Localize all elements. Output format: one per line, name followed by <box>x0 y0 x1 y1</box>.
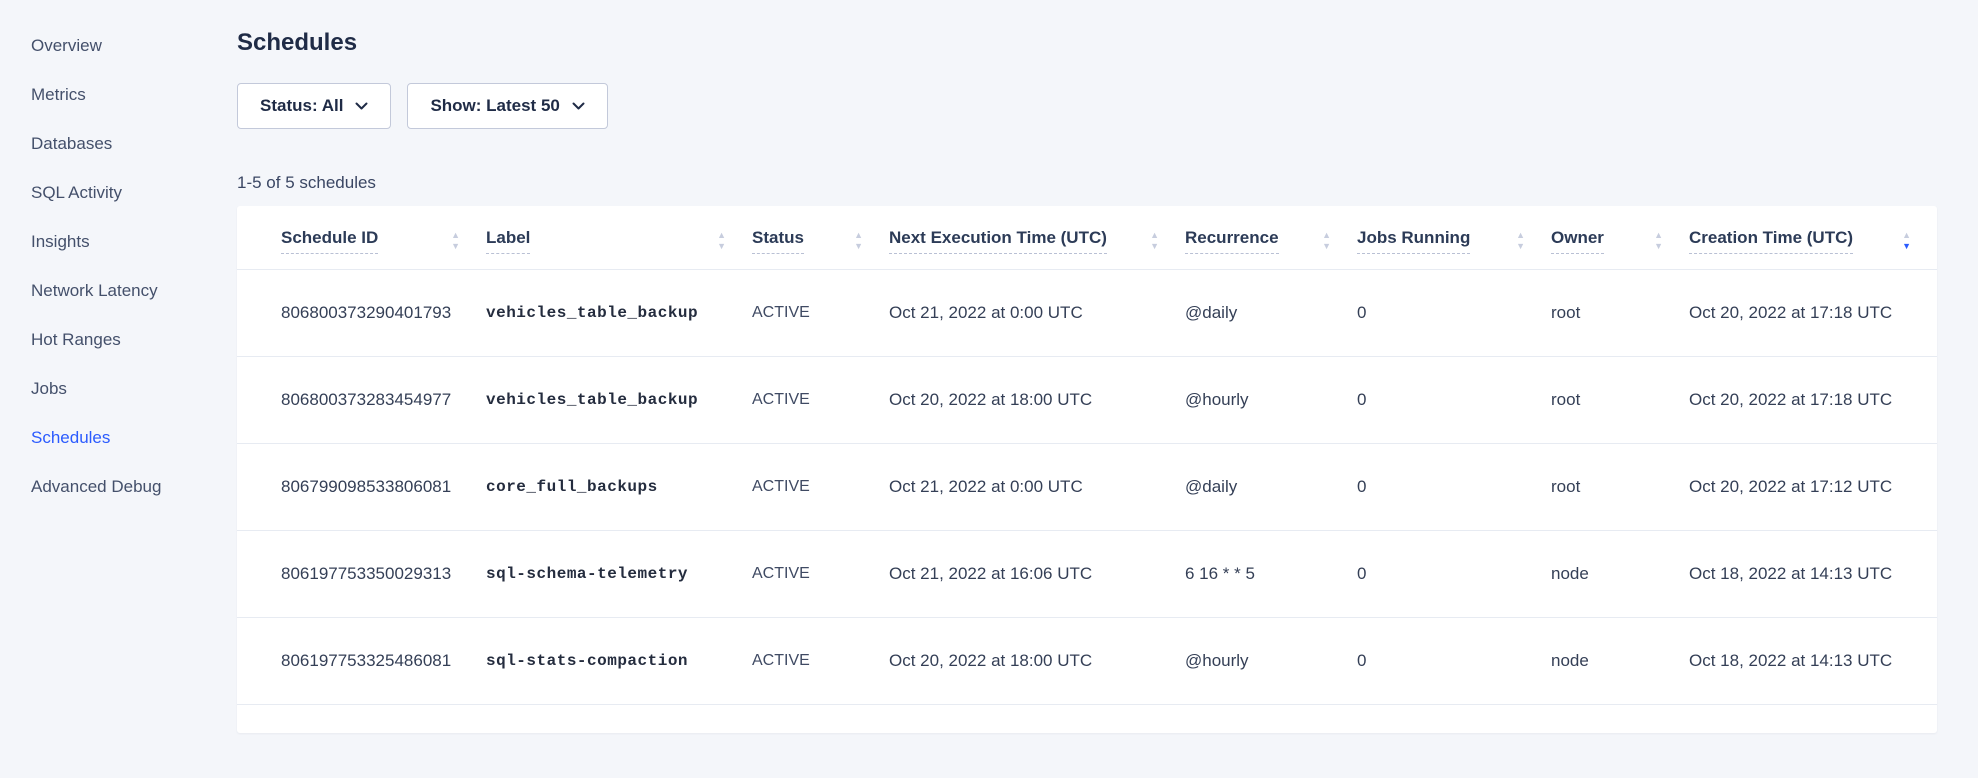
cell-next-execution: Oct 21, 2022 at 16:06 UTC <box>889 531 1185 618</box>
sidebar-item-hot-ranges[interactable]: Hot Ranges <box>31 329 237 351</box>
filter-bar: Status: All Show: Latest 50 <box>237 83 1937 129</box>
sort-icon[interactable]: ▲▼ <box>1516 231 1525 251</box>
cell-creation-time: Oct 20, 2022 at 17:18 UTC <box>1689 357 1937 444</box>
cell-jobs-running: 0 <box>1357 444 1551 531</box>
cell-next-execution: Oct 20, 2022 at 18:00 UTC <box>889 357 1185 444</box>
cell-recurrence: 6 16 * * 5 <box>1185 531 1357 618</box>
cell-label: sql-schema-telemetry <box>486 531 752 618</box>
column-header-owner[interactable]: Owner▲▼ <box>1551 206 1689 270</box>
table-row: 806800373290401793 vehicles_table_backup… <box>237 270 1937 357</box>
cell-schedule-id: 806799098533806081 <box>237 444 486 531</box>
cell-creation-time: Oct 20, 2022 at 17:18 UTC <box>1689 270 1937 357</box>
cell-jobs-running: 0 <box>1357 357 1551 444</box>
cell-creation-time: Oct 18, 2022 at 14:13 UTC <box>1689 618 1937 705</box>
status-filter-dropdown[interactable]: Status: All <box>237 83 391 129</box>
cell-status: ACTIVE <box>752 270 889 357</box>
table-row: 806197753350029313 sql-schema-telemetry … <box>237 531 1937 618</box>
cell-schedule-id: 806197753325486081 <box>237 618 486 705</box>
sidebar: Overview Metrics Databases SQL Activity … <box>0 0 237 778</box>
sidebar-item-schedules[interactable]: Schedules <box>31 427 237 449</box>
sidebar-item-metrics[interactable]: Metrics <box>31 84 237 106</box>
chevron-down-icon <box>355 102 368 111</box>
sidebar-item-advanced-debug[interactable]: Advanced Debug <box>31 476 237 498</box>
cell-owner: node <box>1551 618 1689 705</box>
cell-status: ACTIVE <box>752 531 889 618</box>
cell-jobs-running: 0 <box>1357 531 1551 618</box>
cell-status: ACTIVE <box>752 357 889 444</box>
cell-status: ACTIVE <box>752 444 889 531</box>
cell-owner: root <box>1551 444 1689 531</box>
cell-owner: root <box>1551 270 1689 357</box>
sort-icon[interactable]: ▲▼ <box>1322 231 1331 251</box>
cell-jobs-running: 0 <box>1357 618 1551 705</box>
page-title: Schedules <box>237 30 1937 56</box>
sort-icon[interactable]: ▲▼ <box>854 231 863 251</box>
cell-next-execution: Oct 21, 2022 at 0:00 UTC <box>889 270 1185 357</box>
show-limit-label: Show: Latest 50 <box>430 96 559 116</box>
table-row: 806800373283454977 vehicles_table_backup… <box>237 357 1937 444</box>
cell-creation-time: Oct 20, 2022 at 17:12 UTC <box>1689 444 1937 531</box>
cell-status: ACTIVE <box>752 618 889 705</box>
cell-owner: node <box>1551 531 1689 618</box>
column-header-creation-time[interactable]: Creation Time (UTC)▲▼ <box>1689 206 1937 270</box>
cell-label: vehicles_table_backup <box>486 270 752 357</box>
main-content: Schedules Status: All Show: Latest 50 1-… <box>237 0 1937 733</box>
cell-recurrence: @daily <box>1185 444 1357 531</box>
sidebar-item-jobs[interactable]: Jobs <box>31 378 237 400</box>
cell-recurrence: @hourly <box>1185 357 1357 444</box>
cell-schedule-id: 806197753350029313 <box>237 531 486 618</box>
schedules-table-card: Schedule ID▲▼ Label▲▼ Status▲▼ Next Exec… <box>237 206 1937 733</box>
cell-jobs-running: 0 <box>1357 270 1551 357</box>
cell-label: sql-stats-compaction <box>486 618 752 705</box>
cell-label: core_full_backups <box>486 444 752 531</box>
table-row: 806197753325486081 sql-stats-compaction … <box>237 618 1937 705</box>
show-limit-dropdown[interactable]: Show: Latest 50 <box>407 83 607 129</box>
results-count: 1-5 of 5 schedules <box>237 173 1937 193</box>
column-header-recurrence[interactable]: Recurrence▲▼ <box>1185 206 1357 270</box>
sidebar-item-databases[interactable]: Databases <box>31 133 237 155</box>
sidebar-item-network-latency[interactable]: Network Latency <box>31 280 237 302</box>
sort-icon[interactable]: ▲▼ <box>1150 231 1159 251</box>
cell-schedule-id: 806800373283454977 <box>237 357 486 444</box>
column-header-label[interactable]: Label▲▼ <box>486 206 752 270</box>
sort-icon[interactable]: ▲▼ <box>717 231 726 251</box>
sidebar-item-sql-activity[interactable]: SQL Activity <box>31 182 237 204</box>
table-row: 806799098533806081 core_full_backups ACT… <box>237 444 1937 531</box>
chevron-down-icon <box>572 102 585 111</box>
cell-recurrence: @hourly <box>1185 618 1357 705</box>
cell-next-execution: Oct 21, 2022 at 0:00 UTC <box>889 444 1185 531</box>
cell-recurrence: @daily <box>1185 270 1357 357</box>
cell-creation-time: Oct 18, 2022 at 14:13 UTC <box>1689 531 1937 618</box>
column-header-schedule-id[interactable]: Schedule ID▲▼ <box>237 206 486 270</box>
cell-next-execution: Oct 20, 2022 at 18:00 UTC <box>889 618 1185 705</box>
column-header-jobs-running[interactable]: Jobs Running▲▼ <box>1357 206 1551 270</box>
sidebar-item-overview[interactable]: Overview <box>31 35 237 57</box>
sort-icon[interactable]: ▲▼ <box>1654 231 1663 251</box>
sort-icon[interactable]: ▲▼ <box>451 231 460 251</box>
schedules-table: Schedule ID▲▼ Label▲▼ Status▲▼ Next Exec… <box>237 206 1937 705</box>
sidebar-item-insights[interactable]: Insights <box>31 231 237 253</box>
sort-icon[interactable]: ▲▼ <box>1902 231 1911 251</box>
column-header-next-execution[interactable]: Next Execution Time (UTC)▲▼ <box>889 206 1185 270</box>
cell-owner: root <box>1551 357 1689 444</box>
table-header-row: Schedule ID▲▼ Label▲▼ Status▲▼ Next Exec… <box>237 206 1937 270</box>
column-header-status[interactable]: Status▲▼ <box>752 206 889 270</box>
cell-schedule-id: 806800373290401793 <box>237 270 486 357</box>
cell-label: vehicles_table_backup <box>486 357 752 444</box>
status-filter-label: Status: All <box>260 96 343 116</box>
